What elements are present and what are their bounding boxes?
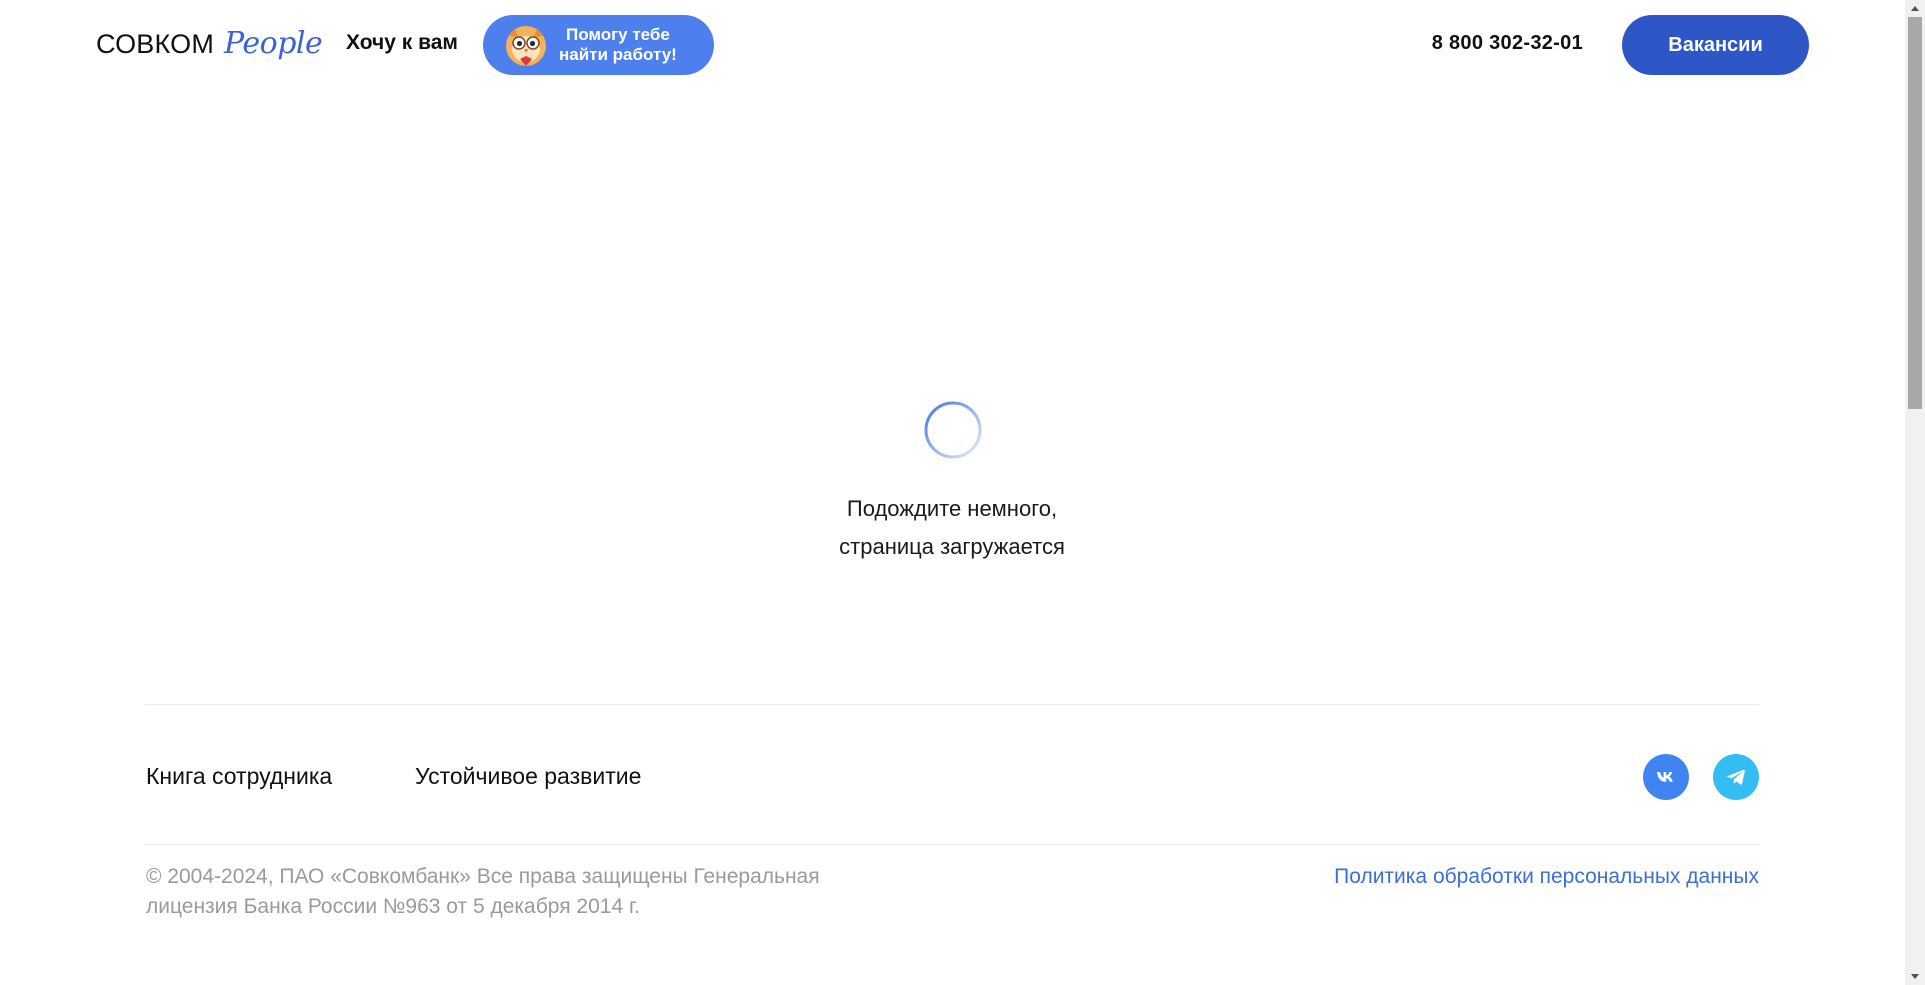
loading-line-1: Подождите немного, <box>846 496 1058 521</box>
logo-sub-text: People <box>224 26 323 61</box>
nav-want-link[interactable]: Хочу к вам <box>346 31 458 55</box>
scroll-down-icon[interactable] <box>1905 968 1925 985</box>
assistant-text: Помогу тебе найти работу! <box>559 25 677 65</box>
privacy-policy-link[interactable]: Политика обработки персональных данных <box>1334 862 1759 892</box>
assistant-line-1: Помогу тебе <box>565 25 670 44</box>
copyright-text: © 2004-2024, ПАО «Совкомбанк» Все права … <box>146 865 820 918</box>
telegram-button[interactable] <box>1713 754 1759 800</box>
footer-link-employee-book[interactable]: Книга сотрудника <box>146 763 332 790</box>
phone-number[interactable]: 8 800 302-32-01 <box>1432 32 1583 55</box>
footer-link-sustainable-development[interactable]: Устойчивое развитие <box>415 763 641 790</box>
logo[interactable]: СОВКОМ People <box>96 26 323 66</box>
loading-line-2: страница загружается <box>839 534 1065 559</box>
logo-main-text: СОВКОМ <box>96 29 215 59</box>
telegram-icon <box>1726 769 1745 785</box>
owl-mascot-icon <box>506 26 546 66</box>
assistant-line-2: найти работу! <box>559 45 677 64</box>
vk-icon <box>1657 772 1673 782</box>
footer-divider-top <box>145 704 1759 705</box>
footer-divider-bottom <box>145 844 1759 845</box>
loading-spinner-icon <box>924 401 982 459</box>
scrollbar-thumb[interactable] <box>1908 17 1922 409</box>
scroll-up-icon[interactable] <box>1905 0 1925 17</box>
vk-button[interactable] <box>1643 754 1689 800</box>
page: СОВКОМ People Хочу к вам Помогу тебе най… <box>0 0 1905 985</box>
scrollbar[interactable] <box>1905 0 1925 985</box>
header: СОВКОМ People Хочу к вам Помогу тебе най… <box>0 0 1905 90</box>
assistant-button[interactable]: Помогу тебе найти работу! <box>483 15 714 75</box>
vacancies-button[interactable]: Вакансии <box>1622 15 1809 75</box>
loading-message: Подождите немного, страница загружается <box>752 490 1152 566</box>
